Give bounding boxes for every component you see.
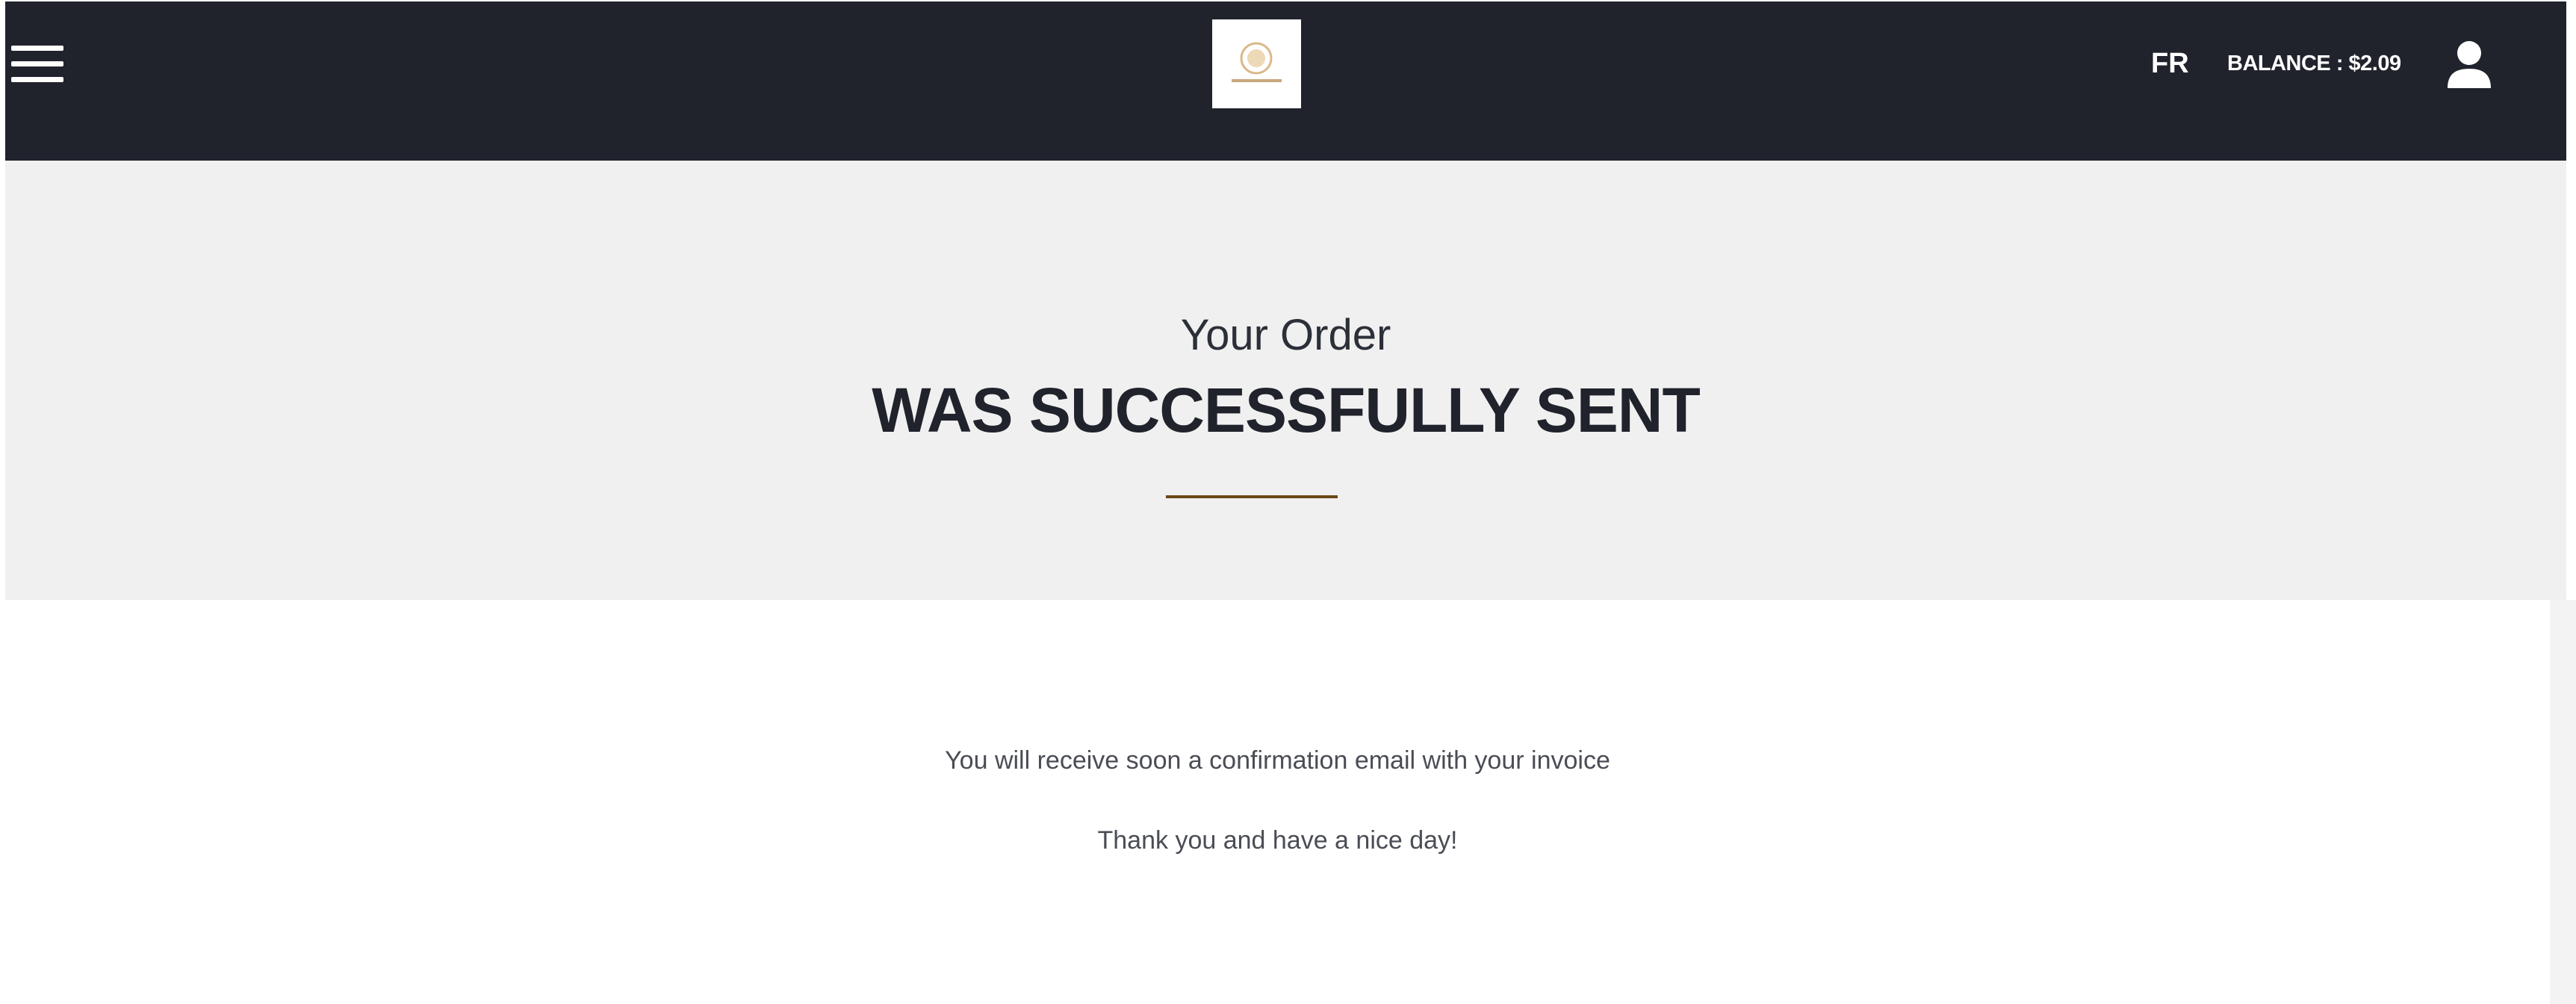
- confirmation-content: You will receive soon a confirmation ema…: [5, 600, 2550, 1004]
- logo-mark: [1232, 42, 1282, 82]
- hamburger-menu-icon[interactable]: [11, 46, 63, 83]
- thank-you-message: Thank you and have a nice day!: [1097, 826, 1458, 855]
- title-underline: [1166, 495, 1338, 498]
- confirmation-hero: Your Order WAS SUCCESSFULLY SENT: [5, 161, 2566, 600]
- brand-logo[interactable]: [1212, 19, 1301, 108]
- top-navbar: FR BALANCE : $2.09: [5, 1, 2566, 161]
- scrollbar-track[interactable]: [2550, 600, 2576, 1004]
- hero-title: WAS SUCCESSFULLY SENT: [872, 375, 1701, 445]
- balance-indicator[interactable]: BALANCE : $2.09: [2227, 45, 2401, 82]
- user-icon[interactable]: [2446, 40, 2492, 90]
- confirmation-email-message: You will receive soon a confirmation ema…: [945, 746, 1610, 775]
- page: FR BALANCE : $2.09 Your Order WAS SUCCES…: [0, 0, 2576, 1004]
- hero-subtitle: Your Order: [1180, 311, 1391, 359]
- language-switch-link[interactable]: FR: [2151, 45, 2189, 82]
